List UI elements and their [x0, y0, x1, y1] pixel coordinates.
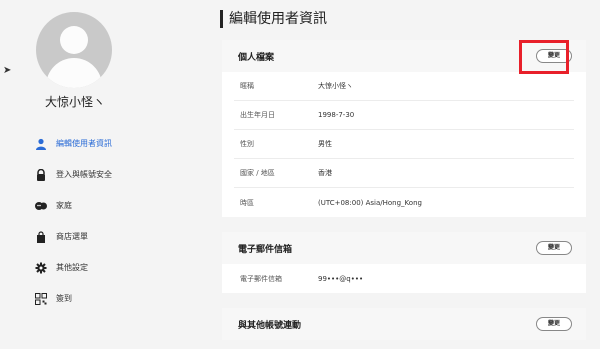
email-card: 電子郵件信箱 變更 電子郵件信箱 99•••@q•••	[222, 232, 586, 293]
sidebar-item-store[interactable]: 商店選單	[34, 221, 112, 252]
sidebar-item-label: 商店選單	[56, 232, 88, 241]
profile-row-birthday: 出生年月日 1998-7-30	[234, 101, 574, 130]
field-value: (UTC+08:00) Asia/Hong_Kong	[318, 198, 422, 207]
bag-icon	[34, 230, 48, 244]
mouse-cursor-icon: ➤	[3, 65, 12, 76]
field-value: 香港	[318, 169, 332, 177]
sidebar-item-label: 編輯使用者資訊	[56, 139, 112, 148]
email-row: 電子郵件信箱 99•••@q•••	[234, 264, 574, 293]
avatar-head	[60, 26, 88, 54]
field-value: 99•••@q•••	[318, 274, 364, 283]
username: 大惊小怪ヽ	[44, 95, 105, 109]
user-icon	[34, 137, 48, 151]
lock-icon	[34, 168, 48, 182]
email-card-title: 電子郵件信箱	[238, 244, 293, 255]
profile-fields: 暱稱 大惊小怪ヽ 出生年月日 1998-7-30 性別 男性 國家 / 地區 香…	[222, 72, 586, 217]
profile-row-region: 國家 / 地區 香港	[234, 159, 574, 188]
sidebar-item-label: 家庭	[56, 201, 72, 210]
profile-row-gender: 性別 男性	[234, 130, 574, 159]
sidebar-item-settings[interactable]: 其他設定	[34, 252, 112, 283]
sidebar-item-family[interactable]: 家庭	[34, 190, 112, 221]
field-value: 大惊小怪ヽ	[318, 82, 353, 90]
sidebar-item-label: 簽到	[56, 294, 72, 303]
sidebar-item-label: 其他設定	[56, 263, 88, 272]
sidebar-item-edit-profile[interactable]: 編輯使用者資訊	[34, 128, 112, 159]
family-icon	[34, 199, 48, 213]
profile-card-title: 個人檔案	[238, 52, 275, 63]
page-title: 編輯使用者資訊	[220, 10, 327, 28]
email-edit-button[interactable]: 變更	[536, 241, 572, 255]
linked-card-title: 與其他帳號連動	[238, 320, 302, 331]
field-label: 出生年月日	[240, 111, 275, 119]
linked-card-header: 與其他帳號連動 變更	[222, 308, 586, 340]
sidebar-item-security[interactable]: 登入與帳號安全	[34, 159, 112, 190]
qr-icon	[34, 292, 48, 306]
email-card-header: 電子郵件信箱 變更	[222, 232, 586, 264]
field-value: 男性	[318, 140, 332, 148]
sidebar: ➤ 大惊小怪ヽ 編輯使用者資訊 登入與帳號安全 家庭 商店選單 其他設定 簽到	[0, 0, 205, 349]
field-label: 性別	[240, 140, 254, 148]
linked-edit-button[interactable]: 變更	[536, 317, 572, 331]
profile-row-nickname: 暱稱 大惊小怪ヽ	[234, 72, 574, 101]
field-value: 1998-7-30	[318, 111, 355, 119]
highlight-box	[519, 40, 569, 74]
avatar-body	[46, 58, 102, 88]
field-label: 時區	[240, 198, 254, 207]
sidebar-item-checkin[interactable]: 簽到	[34, 283, 112, 314]
field-label: 國家 / 地區	[240, 169, 275, 177]
field-label: 暱稱	[240, 82, 254, 90]
sidebar-item-label: 登入與帳號安全	[56, 170, 112, 179]
avatar[interactable]	[36, 12, 112, 88]
gear-icon	[34, 261, 48, 275]
profile-row-timezone: 時區 (UTC+08:00) Asia/Hong_Kong	[234, 188, 574, 217]
sidebar-nav: 編輯使用者資訊 登入與帳號安全 家庭 商店選單 其他設定 簽到	[34, 128, 112, 314]
linked-accounts-card: 與其他帳號連動 變更	[222, 308, 586, 340]
field-label: 電子郵件信箱	[240, 274, 282, 283]
